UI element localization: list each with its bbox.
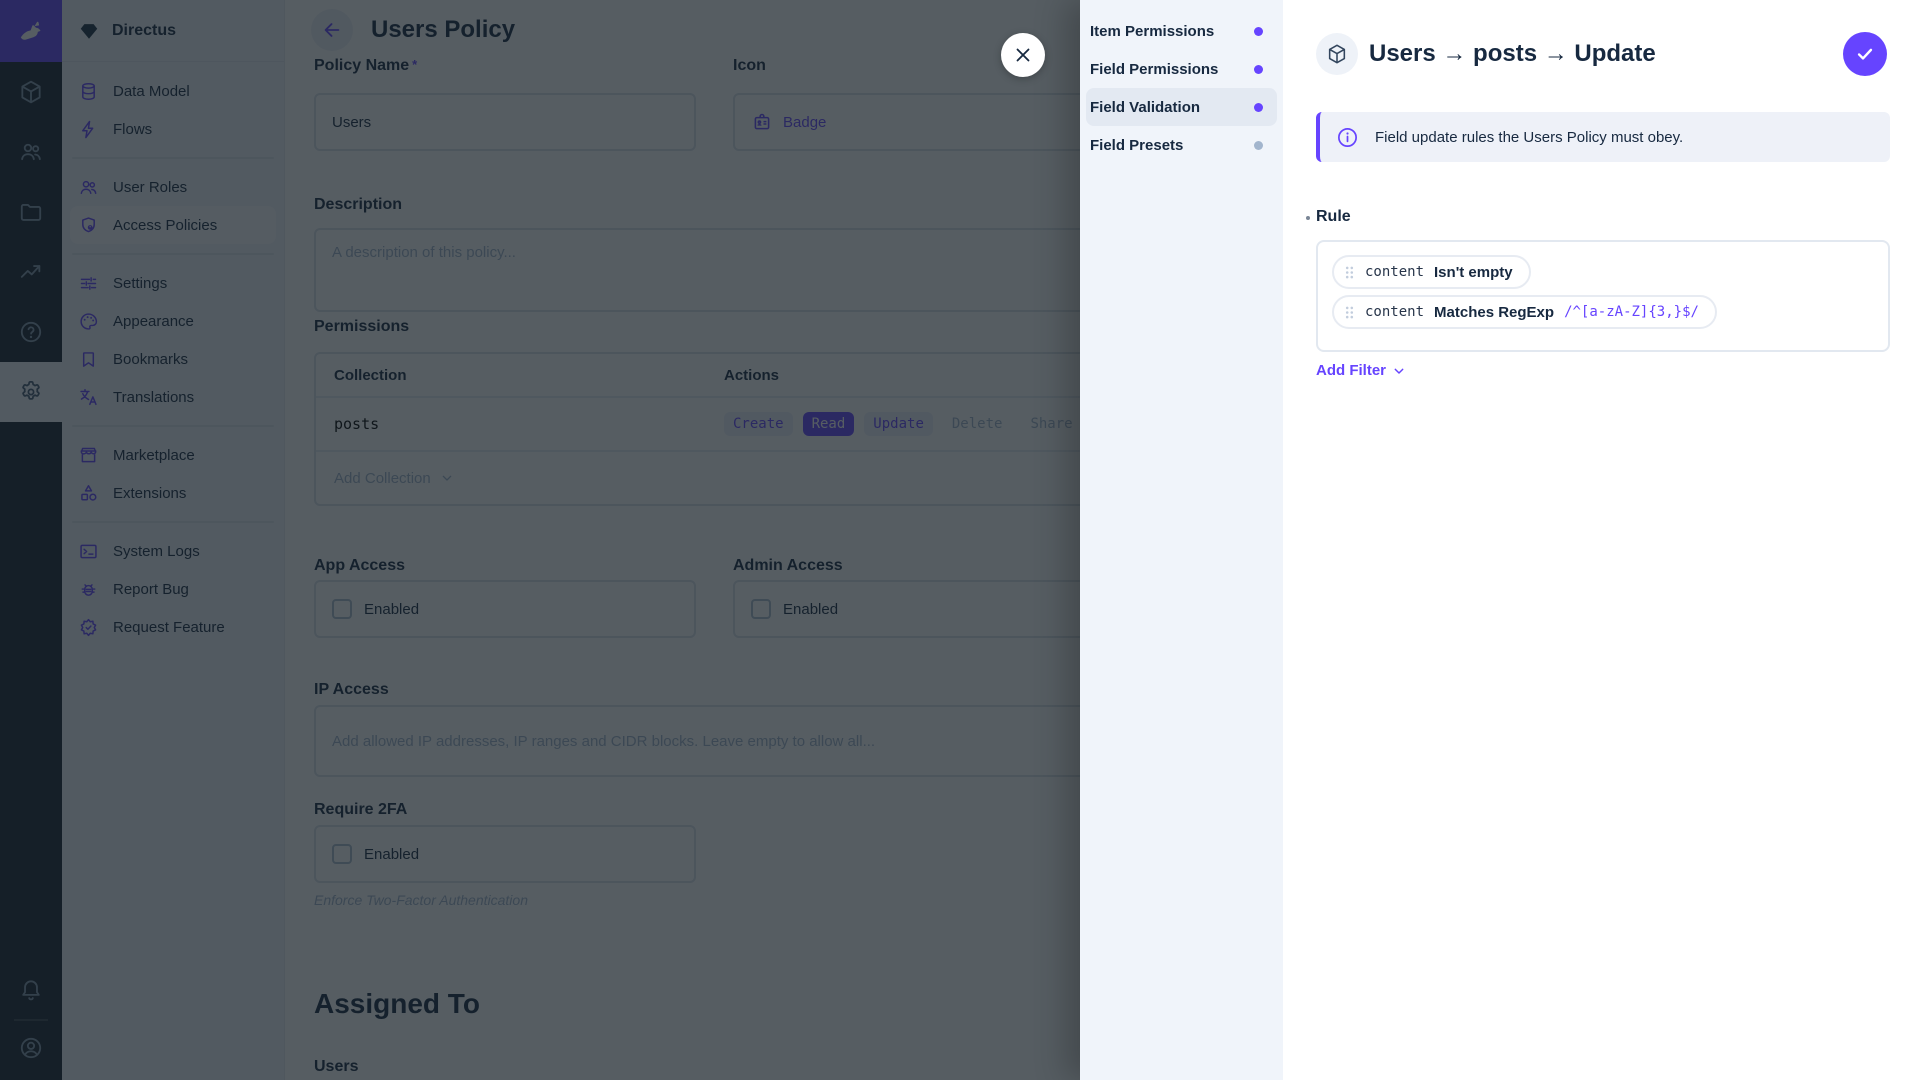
filter-value[interactable]: /^[a-zA-Z]{3,}$/ bbox=[1564, 304, 1699, 320]
check-icon bbox=[1854, 43, 1876, 65]
app: Directus Data Model Flows User Roles Acc… bbox=[0, 0, 1920, 1080]
chevron-down-icon bbox=[1391, 363, 1407, 379]
tab-field-presets[interactable]: Field Presets bbox=[1080, 126, 1283, 164]
drag-handle-icon[interactable] bbox=[1344, 305, 1355, 320]
drawer-header-icon bbox=[1316, 33, 1358, 75]
filter-operator[interactable]: Isn't empty bbox=[1434, 264, 1513, 281]
add-filter-button[interactable]: Add Filter bbox=[1316, 362, 1407, 379]
box-icon bbox=[1326, 43, 1348, 65]
drawer-overlay[interactable] bbox=[0, 0, 1080, 1080]
status-dot bbox=[1254, 65, 1263, 74]
filter-field[interactable]: content bbox=[1365, 264, 1424, 280]
drawer-nav: Item Permissions Field Permissions Field… bbox=[1080, 0, 1283, 1080]
save-button[interactable] bbox=[1843, 32, 1887, 76]
drawer-main: Users → posts → Update Field update rule… bbox=[1283, 0, 1920, 1080]
tab-field-permissions[interactable]: Field Permissions bbox=[1080, 50, 1283, 88]
info-icon bbox=[1336, 126, 1359, 149]
rule-label: Rule bbox=[1316, 208, 1351, 226]
rule-filter-group: content Isn't empty content Matches RegE… bbox=[1316, 240, 1890, 352]
filter-row[interactable]: content Isn't empty bbox=[1332, 255, 1531, 289]
permissions-drawer: Item Permissions Field Permissions Field… bbox=[1080, 0, 1920, 1080]
filter-field[interactable]: content bbox=[1365, 304, 1424, 320]
tab-field-validation[interactable]: Field Validation bbox=[1086, 88, 1277, 126]
notice-text: Field update rules the Users Policy must… bbox=[1375, 129, 1683, 146]
status-dot bbox=[1254, 27, 1263, 36]
status-dot bbox=[1254, 141, 1263, 150]
filter-operator[interactable]: Matches RegExp bbox=[1434, 304, 1554, 321]
filter-row[interactable]: content Matches RegExp /^[a-zA-Z]{3,}$/ bbox=[1332, 295, 1717, 329]
tab-item-permissions[interactable]: Item Permissions bbox=[1080, 12, 1283, 50]
drag-handle-icon[interactable] bbox=[1344, 265, 1355, 280]
close-icon bbox=[1012, 44, 1034, 66]
drawer-title: Users → posts → Update bbox=[1369, 40, 1656, 68]
close-drawer-button[interactable] bbox=[1001, 33, 1045, 77]
info-notice: Field update rules the Users Policy must… bbox=[1316, 112, 1890, 162]
status-dot bbox=[1254, 103, 1263, 112]
